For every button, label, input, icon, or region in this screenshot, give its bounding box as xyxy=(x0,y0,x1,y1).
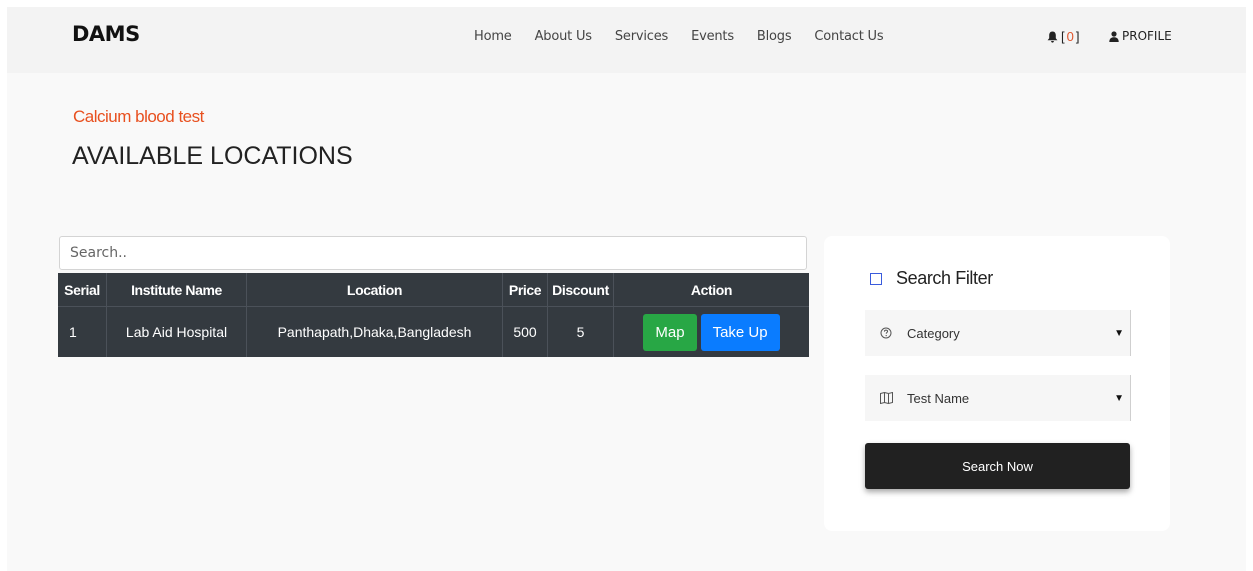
nav-blogs[interactable]: Blogs xyxy=(757,29,792,44)
col-header-institute-name: Institute Name xyxy=(107,273,247,306)
test-name-subtitle: Calcium blood test xyxy=(73,107,204,126)
caret-down-icon: ▼ xyxy=(1114,392,1124,404)
cell-serial: 1 xyxy=(58,307,107,357)
col-header-price: Price xyxy=(503,273,548,306)
nav-home[interactable]: Home xyxy=(474,29,512,44)
search-input[interactable] xyxy=(59,236,807,270)
profile-label: PROFILE xyxy=(1122,29,1172,43)
search-filter-panel: Search Filter Category ▼ Test Name ▼ Sea… xyxy=(824,236,1170,531)
bell-icon xyxy=(1047,31,1058,43)
bracket-close: ] xyxy=(1075,29,1080,44)
main-nav: Home About Us Services Events Blogs Cont… xyxy=(474,29,906,44)
nav-contact-us[interactable]: Contact Us xyxy=(814,29,883,44)
top-navbar: DAMS Home About Us Services Events Blogs… xyxy=(7,7,1246,73)
question-circle-icon xyxy=(877,327,895,339)
cell-institute-name: Lab Aid Hospital xyxy=(107,307,247,357)
cell-action: Map Take Up xyxy=(614,307,809,357)
profile-link[interactable]: PROFILE xyxy=(1109,29,1172,43)
table-header-row: Serial Institute Name Location Price Dis… xyxy=(58,273,809,306)
take-up-button[interactable]: Take Up xyxy=(700,313,780,351)
user-icon xyxy=(1109,30,1119,42)
map-button[interactable]: Map xyxy=(643,313,697,351)
page-frame: DAMS Home About Us Services Events Blogs… xyxy=(7,7,1246,571)
test-name-select-label: Test Name xyxy=(907,390,970,406)
bracket-open: [ xyxy=(1061,29,1065,44)
col-header-location: Location xyxy=(247,273,503,306)
col-header-action: Action xyxy=(690,281,733,298)
col-header-discount: Discount xyxy=(548,273,614,306)
table-row: 1 Lab Aid Hospital Panthapath,Dhaka,Bang… xyxy=(58,306,809,357)
square-icon xyxy=(870,272,882,285)
locations-table: Serial Institute Name Location Price Dis… xyxy=(58,273,809,357)
search-now-button[interactable]: Search Now xyxy=(865,443,1130,489)
notifications-link[interactable]: [ 0 ] xyxy=(1047,29,1079,44)
cell-price: 500 xyxy=(503,307,548,357)
cell-discount: 5 xyxy=(548,307,614,357)
nav-about-us[interactable]: About Us xyxy=(535,29,592,44)
nav-events[interactable]: Events xyxy=(691,29,734,44)
filter-title: Search Filter xyxy=(870,268,993,289)
brand-logo[interactable]: DAMS xyxy=(72,22,140,46)
map-icon xyxy=(877,392,895,404)
cell-location: Panthapath,Dhaka,Bangladesh xyxy=(247,307,503,357)
nav-services[interactable]: Services xyxy=(615,29,668,44)
category-select[interactable]: Category ▼ xyxy=(865,310,1131,356)
caret-down-icon: ▼ xyxy=(1114,327,1124,339)
category-select-label: Category xyxy=(907,325,960,341)
notification-count: 0 xyxy=(1066,29,1074,44)
page-title: AVAILABLE LOCATIONS xyxy=(72,142,353,170)
filter-title-label: Search Filter xyxy=(896,268,993,288)
test-name-select[interactable]: Test Name ▼ xyxy=(865,375,1131,421)
col-header-serial: Serial xyxy=(58,273,107,306)
